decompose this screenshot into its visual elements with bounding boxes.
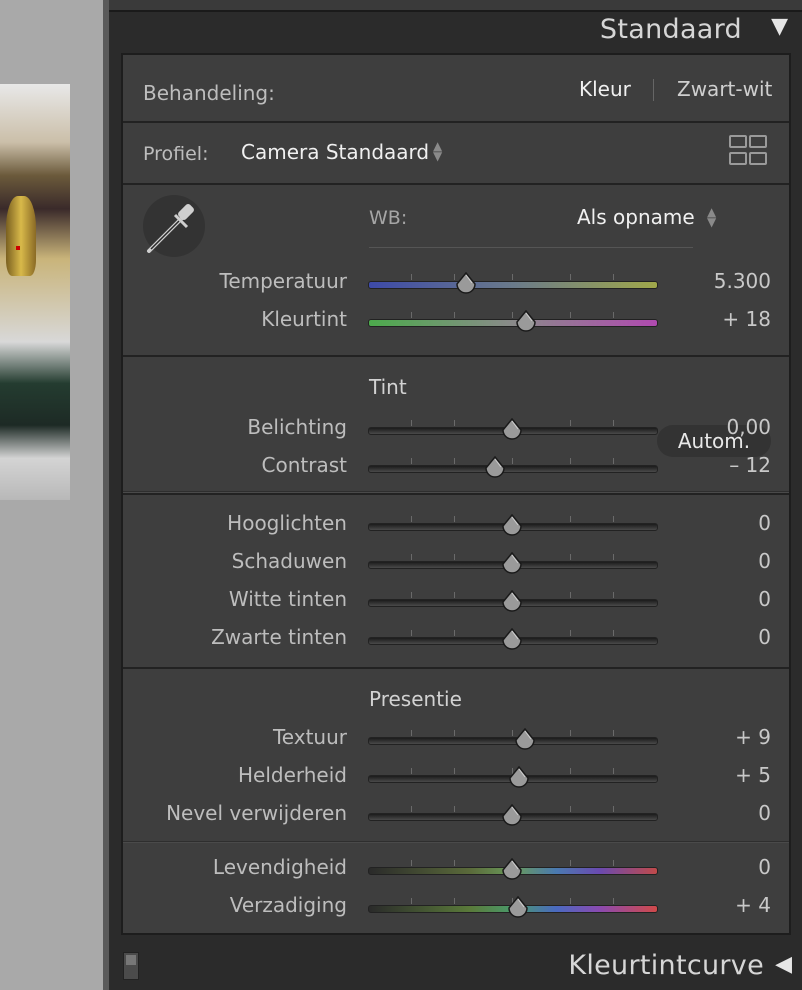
slider-value-hooglichten[interactable]: 0 [651,511,771,535]
slider-value-textuur[interactable]: + 9 [651,725,771,749]
slider-thumb-zwarte[interactable] [501,627,523,650]
slider-ticks-kleurtint [368,312,656,318]
photo-preview [0,84,70,500]
wb-underline [369,247,693,248]
slider-thumb-witte[interactable] [501,589,523,612]
slider-value-temperatuur[interactable]: 5.300 [651,269,771,293]
treatment-row: Behandeling: Kleur Zwart-wit [123,55,789,123]
treatment-label: Behandeling: [143,81,275,105]
presence-separator [123,841,789,843]
slider-label-witte: Witte tinten [228,587,347,611]
expand-triangle-icon[interactable]: ◀ [775,952,792,977]
panel-top-edge [109,0,802,12]
slider-label-levendigheid: Levendigheid [212,855,347,879]
slider-label-zwarte: Zwarte tinten [211,625,347,649]
tone-curve-title[interactable]: Kleurtintcurve [568,950,764,981]
basic-inner: Behandeling: Kleur Zwart-wit Profiel: Ca… [121,53,791,935]
slider-ticks-temperatuur [368,274,656,280]
slider-label-contrast: Contrast [261,453,347,477]
slider-label-schaduwen: Schaduwen [231,549,347,573]
slider-ticks-textuur [368,730,656,736]
presence-title: Presentie [369,687,462,711]
slider-value-nevel[interactable]: 0 [651,801,771,825]
profile-select[interactable]: Camera Standaard [241,140,429,164]
slider-label-helderheid: Helderheid [237,763,347,787]
slider-thumb-contrast[interactable] [484,455,506,478]
slider-thumb-schaduwen[interactable] [501,551,523,574]
profile-row: Profiel: Camera Standaard ▲ ▼ [123,121,789,185]
slider-thumb-textuur[interactable] [514,727,536,750]
slider-thumb-levendigheid[interactable] [501,857,523,880]
collapse-triangle-icon[interactable]: ▼ [771,14,788,39]
basic-panel: Standaard ▼ Behandeling: Kleur Zwart-wit… [109,0,802,990]
wb-label: WB: [369,207,408,229]
wb-stepper-icon[interactable]: ▲ ▼ [707,206,716,228]
slider-track-contrast[interactable] [368,465,658,473]
slider-value-zwarte[interactable]: 0 [651,625,771,649]
slider-thumb-verzadiging[interactable] [507,895,529,918]
slider-thumb-kleurtint[interactable] [515,309,537,332]
panel-toggle-switch[interactable] [123,952,139,980]
slider-value-schaduwen[interactable]: 0 [651,549,771,573]
slider-value-belichting[interactable]: 0,00 [651,415,771,439]
slider-label-nevel: Nevel verwijderen [166,801,347,825]
treatment-bw-button[interactable]: Zwart-wit [677,77,772,101]
slider-label-verzadiging: Verzadiging [229,893,347,917]
eyedropper-icon [147,204,194,253]
slider-thumb-temperatuur[interactable] [455,271,477,294]
photo-vase [6,196,36,276]
preset-title[interactable]: Standaard [600,14,742,45]
slider-track-temperatuur[interactable] [368,281,658,289]
slider-value-verzadiging[interactable]: + 4 [651,893,771,917]
profile-label: Profiel: [143,143,209,165]
slider-label-textuur: Textuur [272,725,347,749]
slider-value-kleurtint[interactable]: + 18 [651,307,771,331]
slider-thumb-nevel[interactable] [501,803,523,826]
profile-stepper-icon[interactable]: ▲ ▼ [433,140,442,162]
slider-label-hooglichten: Hooglichten [227,511,347,535]
photo-detail [16,246,20,250]
slider-label-kleurtint: Kleurtint [261,307,347,331]
slider-label-temperatuur: Temperatuur [219,269,348,293]
slider-label-belichting: Belichting [247,415,347,439]
slider-value-contrast[interactable]: – 12 [651,453,771,477]
treatment-separator [653,79,654,101]
tone-title: Tint [369,375,407,399]
slider-value-levendigheid[interactable]: 0 [651,855,771,879]
slider-track-kleurtint[interactable] [368,319,658,327]
slider-value-helderheid[interactable]: + 5 [651,763,771,787]
wb-picker-button[interactable] [143,195,205,257]
slider-thumb-belichting[interactable] [501,417,523,440]
wb-select[interactable]: Als opname [577,205,695,229]
slider-ticks-contrast [368,458,656,464]
slider-thumb-helderheid[interactable] [508,765,530,788]
slider-thumb-hooglichten[interactable] [501,513,523,536]
treatment-color-button[interactable]: Kleur [579,77,631,101]
slider-value-witte[interactable]: 0 [651,587,771,611]
